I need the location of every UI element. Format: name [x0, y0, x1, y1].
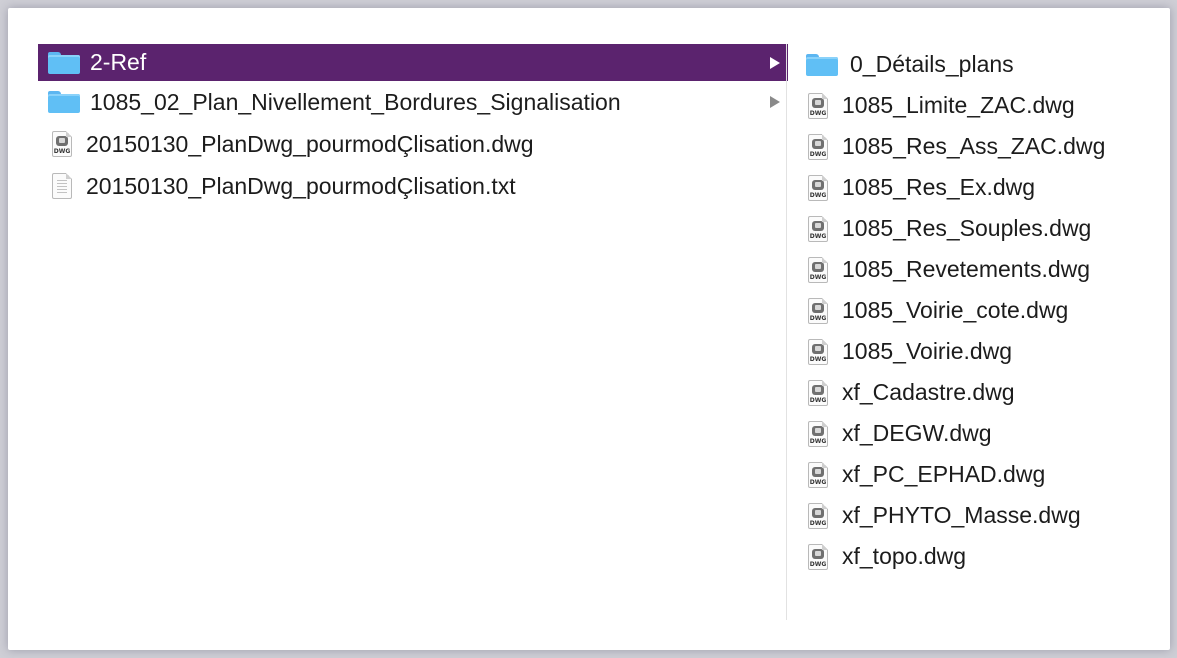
item-label: 1085_Limite_ZAC.dwg: [842, 92, 1075, 118]
dwg-file-icon: DWG: [52, 131, 72, 157]
item-label: 1085_Voirie_cote.dwg: [842, 297, 1069, 323]
item-label: 1085_Voirie.dwg: [842, 338, 1013, 364]
item-label: xf_DEGW.dwg: [842, 420, 992, 446]
item-label: 20150130_PlanDwg_pourmodÇlisation.txt: [86, 172, 516, 199]
item-label: xf_PC_EPHAD.dwg: [842, 461, 1046, 487]
dwg-file-icon: DWG: [808, 297, 828, 324]
chevron-right-icon: [770, 96, 780, 108]
item-label: 1085_Revetements.dwg: [842, 256, 1091, 282]
dwg-file-icon: DWG: [808, 133, 828, 160]
folder-row-details-plans[interactable]: 0_Détails_plans: [798, 44, 1177, 85]
dwg-file-icon: DWG: [808, 174, 828, 201]
dwg-file-icon: DWG: [808, 92, 828, 119]
item-label: 0_Détails_plans: [850, 51, 1014, 77]
file-row[interactable]: DWG xf_Cadastre.dwg: [798, 372, 1177, 413]
item-label: 1085_Res_Souples.dwg: [842, 215, 1092, 241]
file-row-plandwg-dwg[interactable]: DWG 20150130_PlanDwg_pourmodÇlisation.dw…: [38, 123, 788, 165]
file-row[interactable]: DWG xf_PC_EPHAD.dwg: [798, 454, 1177, 495]
item-label: xf_topo.dwg: [842, 543, 967, 569]
file-row[interactable]: DWG 1085_Voirie.dwg: [798, 331, 1177, 372]
file-row[interactable]: DWG xf_DEGW.dwg: [798, 413, 1177, 454]
item-label: 20150130_PlanDwg_pourmodÇlisation.dwg: [86, 130, 534, 157]
item-label: 1085_Res_Ex.dwg: [842, 174, 1036, 200]
dwg-file-icon: DWG: [808, 215, 828, 242]
file-row[interactable]: DWG 1085_Res_Ass_ZAC.dwg: [798, 126, 1177, 167]
item-label: 1085_02_Plan_Nivellement_Bordures_Signal…: [90, 88, 621, 115]
column-parent: 2-Ref 1085_02_Plan_Nivellement_Bordures_…: [38, 44, 788, 644]
folder-icon: [48, 51, 80, 74]
file-row[interactable]: DWG 1085_Res_Ex.dwg: [798, 167, 1177, 208]
text-file-icon: [52, 173, 72, 199]
item-label: 2-Ref: [90, 49, 147, 75]
file-row-plandwg-txt[interactable]: 20150130_PlanDwg_pourmodÇlisation.txt: [38, 165, 788, 207]
folder-row-plan-nivellement[interactable]: 1085_02_Plan_Nivellement_Bordures_Signal…: [38, 81, 788, 123]
file-row[interactable]: DWG 1085_Revetements.dwg: [798, 249, 1177, 290]
column-divider[interactable]: [786, 44, 787, 620]
chevron-right-icon: [770, 56, 780, 69]
item-label: 1085_Res_Ass_ZAC.dwg: [842, 133, 1106, 159]
file-row[interactable]: DWG 1085_Voirie_cote.dwg: [798, 290, 1177, 331]
dwg-file-icon: DWG: [808, 379, 828, 406]
folder-row-2-ref[interactable]: 2-Ref: [38, 44, 788, 81]
finder-window: 2-Ref 1085_02_Plan_Nivellement_Bordures_…: [8, 8, 1170, 650]
folder-icon: [48, 91, 80, 113]
item-label: xf_PHYTO_Masse.dwg: [842, 502, 1081, 528]
file-row[interactable]: DWG 1085_Limite_ZAC.dwg: [798, 85, 1177, 126]
dwg-file-icon: DWG: [808, 256, 828, 283]
folder-icon: [806, 53, 838, 76]
item-label: xf_Cadastre.dwg: [842, 379, 1015, 405]
file-row[interactable]: DWG 1085_Res_Souples.dwg: [798, 208, 1177, 249]
dwg-file-icon: DWG: [808, 461, 828, 488]
dwg-file-icon: DWG: [808, 543, 828, 570]
file-row[interactable]: DWG xf_PHYTO_Masse.dwg: [798, 495, 1177, 536]
dwg-file-icon: DWG: [808, 338, 828, 365]
dwg-file-icon: DWG: [808, 420, 828, 447]
file-row[interactable]: DWG xf_topo.dwg: [798, 536, 1177, 577]
column-2-ref-contents: 0_Détails_plans DWG 1085_Limite_ZAC.dwg …: [798, 44, 1177, 644]
dwg-file-icon: DWG: [808, 502, 828, 529]
